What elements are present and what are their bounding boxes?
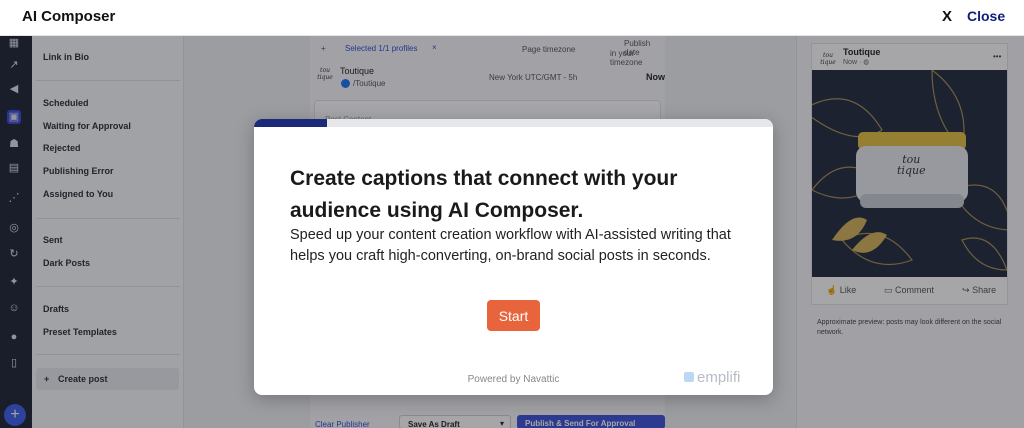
page-title: AI Composer <box>22 8 116 25</box>
ai-composer-modal: Create captions that connect with your a… <box>254 119 773 395</box>
emplifi-logo: emplifi <box>684 369 740 386</box>
close-icon[interactable]: X <box>942 8 952 25</box>
modal-body: Speed up your content creation workflow … <box>290 227 731 264</box>
emplifi-mark-icon <box>684 372 694 382</box>
top-bar: AI Composer X Close <box>0 0 1024 36</box>
emplifi-wordmark: emplifi <box>697 369 741 386</box>
tour-progress-bar <box>254 119 773 127</box>
modal-headline: Create captions that connect with your a… <box>290 167 678 222</box>
tour-progress-fill <box>254 119 327 127</box>
start-button[interactable]: Start <box>487 300 540 331</box>
close-button[interactable]: Close <box>967 8 1005 24</box>
